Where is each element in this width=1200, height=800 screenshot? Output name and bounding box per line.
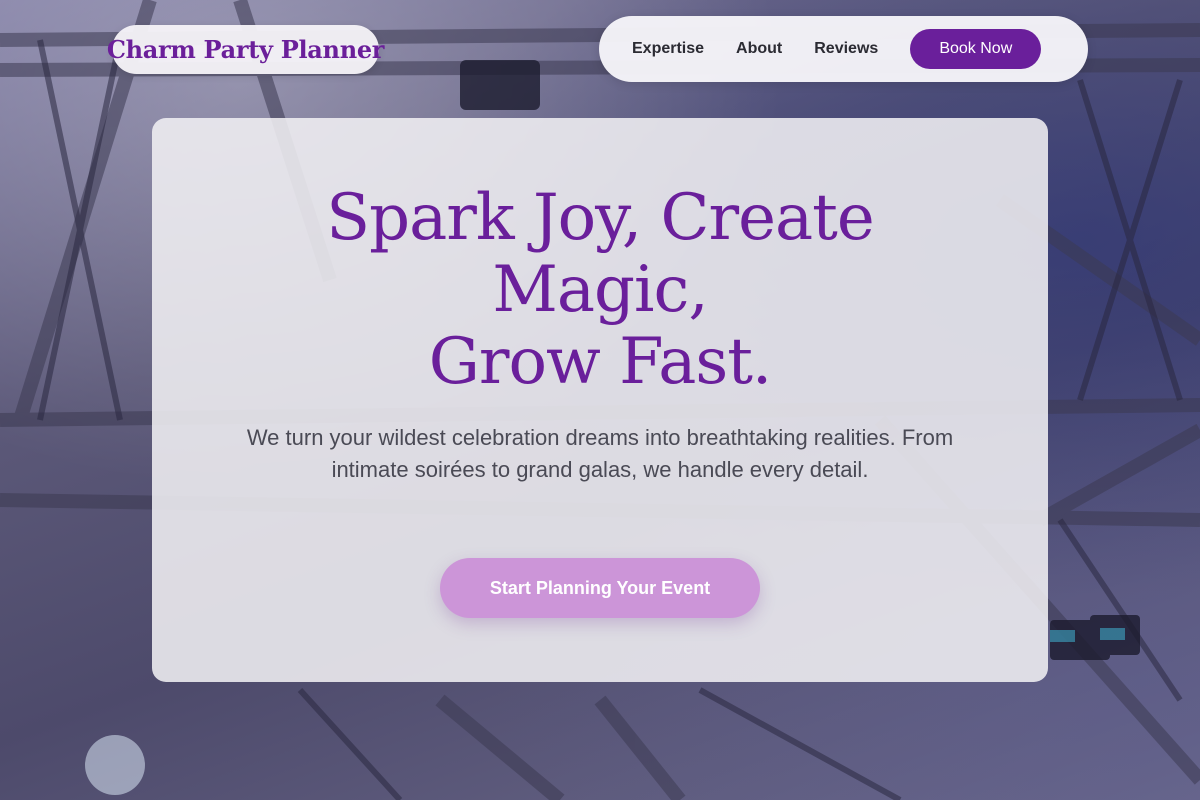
book-now-button[interactable]: Book Now xyxy=(910,29,1042,69)
start-planning-button[interactable]: Start Planning Your Event xyxy=(440,558,760,618)
main-nav: Expertise About Reviews Book Now xyxy=(599,16,1088,82)
nav-item-about[interactable]: About xyxy=(736,40,782,58)
hero-headline-line: Magic, xyxy=(492,253,708,327)
hero-headline: Spark Joy, Create Magic, Grow Fast. xyxy=(152,182,1048,398)
hero-card: Spark Joy, Create Magic, Grow Fast. We t… xyxy=(152,118,1048,682)
hero-subtitle: We turn your wildest celebration dreams … xyxy=(246,425,954,482)
hero-headline-line: Grow Fast. xyxy=(428,325,773,399)
hero-headline-line: Spark Joy, Create xyxy=(326,181,874,255)
nav-item-expertise[interactable]: Expertise xyxy=(632,40,704,58)
nav-item-reviews[interactable]: Reviews xyxy=(814,40,878,58)
brand-logo[interactable]: Charm Party Planner xyxy=(107,25,384,74)
